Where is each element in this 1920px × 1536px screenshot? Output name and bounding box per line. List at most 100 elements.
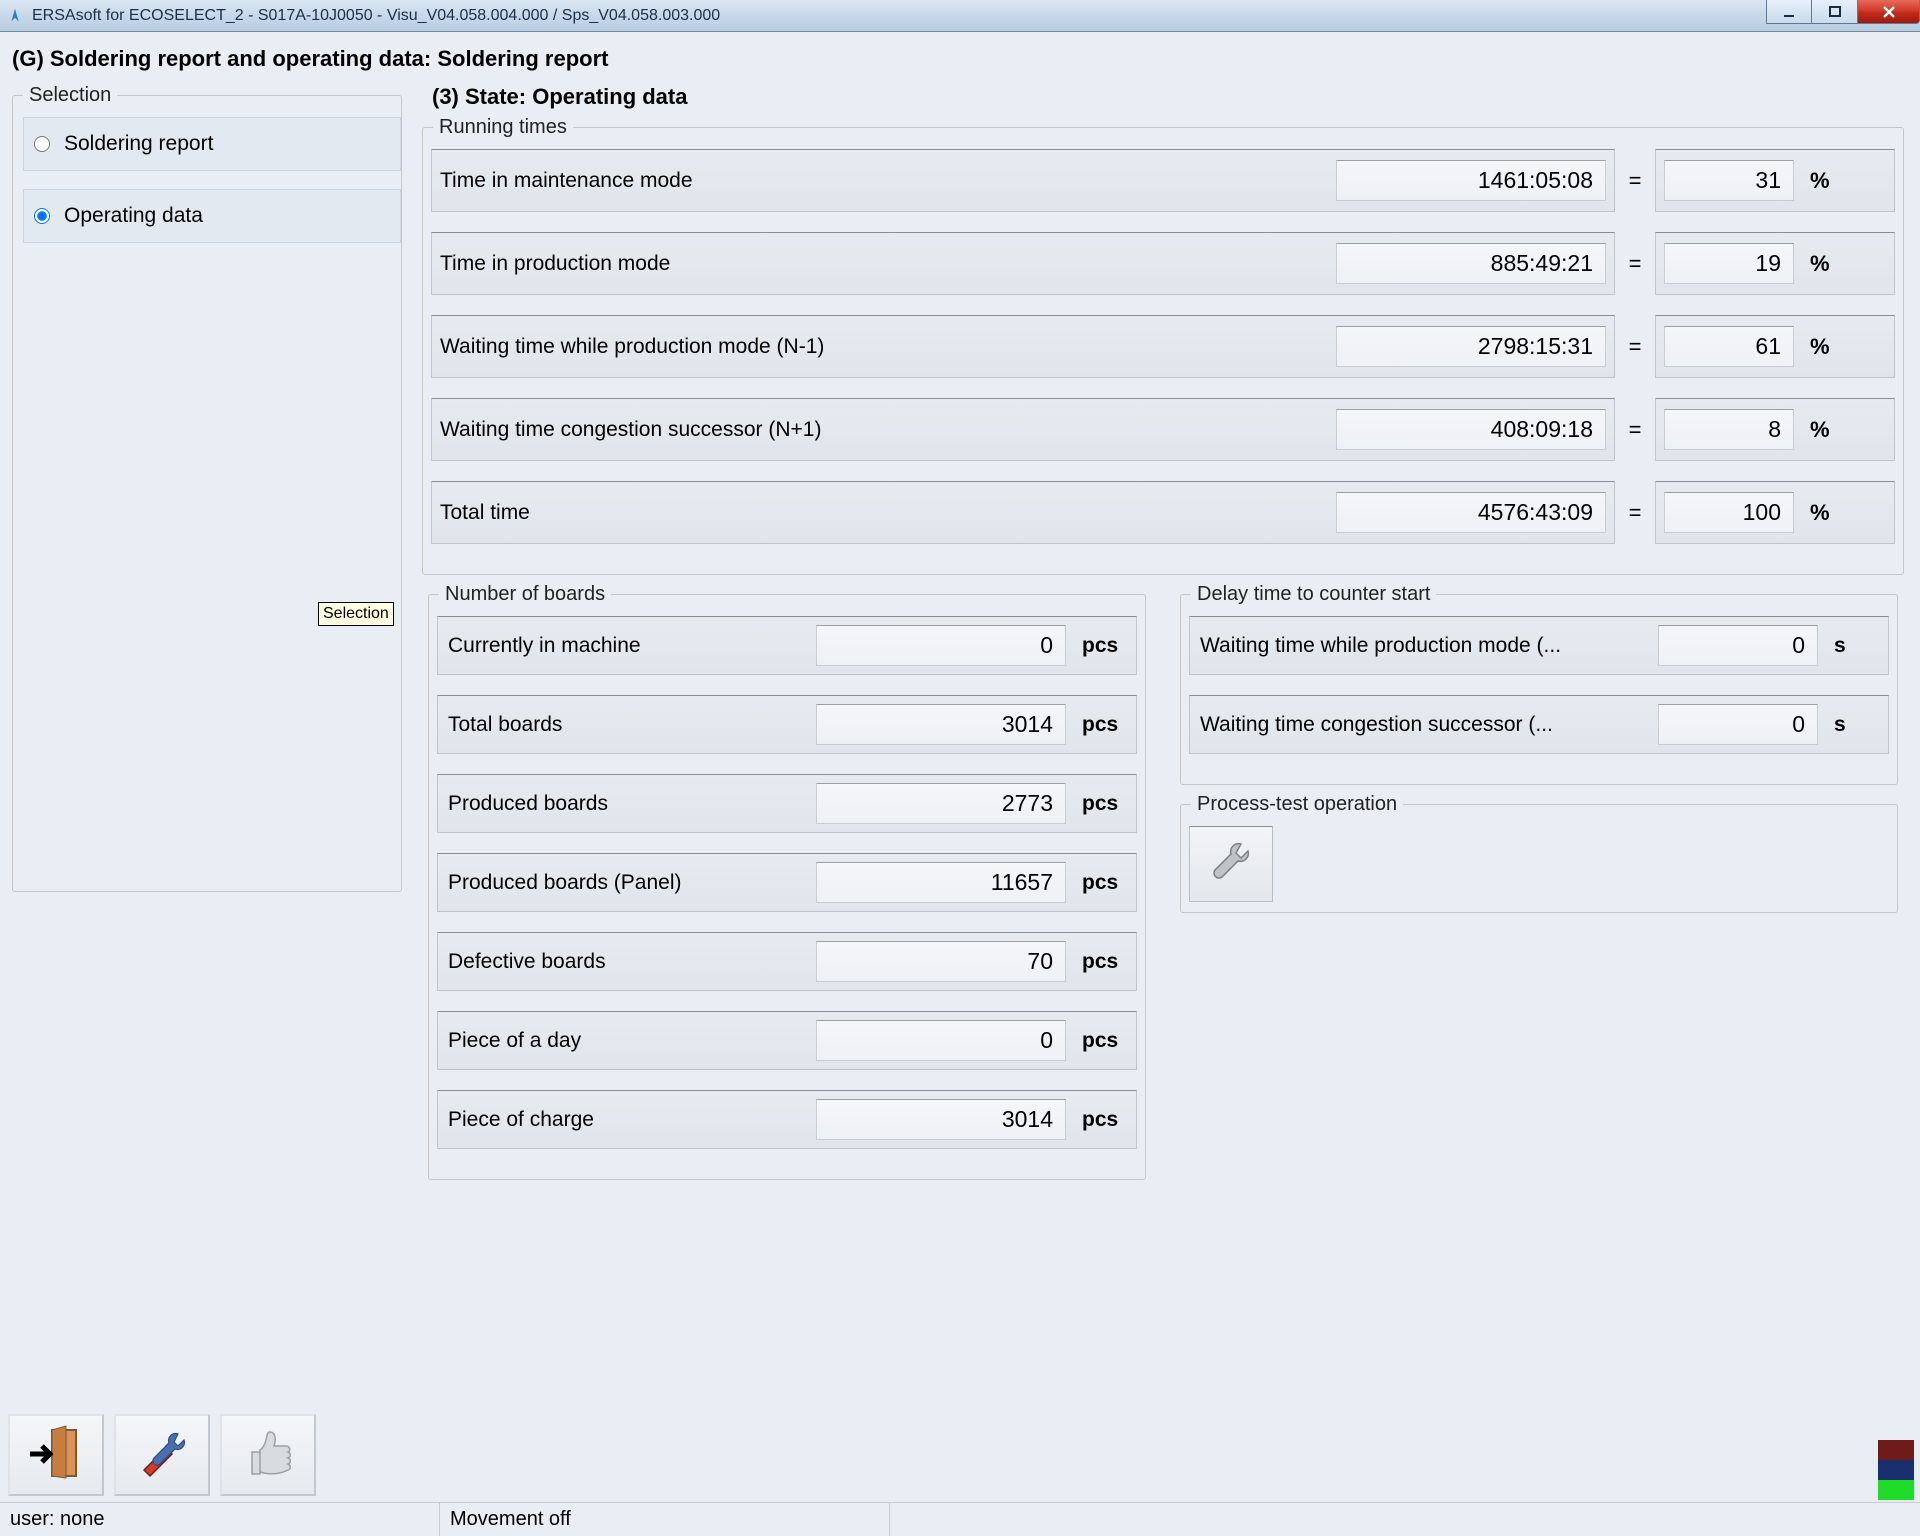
page-title: (G) Soldering report and operating data:… [0, 32, 1920, 82]
running-time-label: Total time [440, 501, 1336, 525]
process-test-group: Process-test operation [1180, 793, 1898, 913]
boards-unit: pcs [1082, 871, 1126, 895]
indicator-red [1878, 1440, 1914, 1460]
delay-row: Waiting time congestion successor (...0s [1189, 695, 1889, 754]
equals-sign: = [1615, 398, 1655, 461]
pct-sign: % [1810, 251, 1830, 277]
radio-operating-data[interactable] [34, 208, 50, 224]
delay-label: Waiting time congestion successor (... [1200, 713, 1658, 737]
window-close-button[interactable] [1858, 0, 1920, 24]
boards-value: 3014 [816, 1099, 1066, 1140]
boards-label: Produced boards [448, 792, 816, 816]
tools-button[interactable] [114, 1414, 210, 1496]
boards-row: Produced boards2773 pcs [437, 774, 1137, 833]
running-time-pct-cell: 61% [1655, 315, 1895, 378]
selection-option-soldering-report[interactable]: Soldering report [23, 117, 401, 171]
status-user: user: none [0, 1503, 440, 1536]
running-time-pct: 8 [1664, 409, 1794, 450]
boards-label: Produced boards (Panel) [448, 871, 816, 895]
selection-legend: Selection [23, 84, 117, 107]
equals-sign: = [1615, 315, 1655, 378]
running-time-value: 1461:05:08 [1336, 160, 1606, 201]
boards-row: Currently in machine0 pcs [437, 616, 1137, 675]
boards-value: 0 [816, 1020, 1066, 1061]
running-time-value: 4576:43:09 [1336, 492, 1606, 533]
boards-row: Total boards3014 pcs [437, 695, 1137, 754]
running-times-legend: Running times [433, 116, 573, 139]
running-time-cell: Total time4576:43:09 [431, 481, 1615, 544]
delay-value: 0 [1658, 704, 1818, 745]
tooltip-selection: Selection [318, 602, 394, 626]
window-minimize-button[interactable] [1766, 0, 1812, 24]
boards-unit: pcs [1082, 792, 1126, 816]
delay-unit: s [1834, 634, 1878, 658]
running-time-value: 2798:15:31 [1336, 326, 1606, 367]
pct-sign: % [1810, 168, 1830, 194]
delay-time-group: Delay time to counter start Waiting time… [1180, 583, 1898, 785]
number-of-boards-legend: Number of boards [439, 583, 611, 606]
running-time-pct-cell: 31% [1655, 149, 1895, 212]
boards-value: 3014 [816, 704, 1066, 745]
running-time-pct-cell: 100% [1655, 481, 1895, 544]
screwdriver-wrench-icon [132, 1424, 192, 1487]
running-time-cell: Time in production mode885:49:21 [431, 232, 1615, 295]
boards-unit: pcs [1082, 634, 1126, 658]
pct-sign: % [1810, 500, 1830, 526]
process-test-legend: Process-test operation [1191, 793, 1403, 816]
boards-label: Currently in machine [448, 634, 816, 658]
state-title: (3) State: Operating data [412, 82, 1914, 114]
boards-value: 11657 [816, 862, 1066, 903]
delay-row: Waiting time while production mode (...0… [1189, 616, 1889, 675]
boards-row: Defective boards70pcs [437, 932, 1137, 991]
boards-value: 70 [816, 941, 1066, 982]
running-time-label: Time in production mode [440, 252, 1336, 276]
boards-row: Piece of a day0pcs [437, 1011, 1137, 1070]
window-maximize-button[interactable] [1812, 0, 1858, 24]
confirm-button[interactable] [220, 1414, 316, 1496]
app-icon [6, 7, 24, 25]
exit-door-icon [26, 1424, 86, 1487]
radio-soldering-report[interactable] [34, 136, 50, 152]
window-title: ERSAsoft for ECOSELECT_2 - S017A-10J0050… [32, 7, 720, 25]
radio-label: Operating data [64, 204, 203, 228]
status-movement: Movement off [440, 1503, 890, 1536]
boards-unit: pcs [1082, 1029, 1126, 1053]
pct-sign: % [1810, 334, 1830, 360]
running-time-pct: 100 [1664, 492, 1794, 533]
equals-sign: = [1615, 149, 1655, 212]
boards-row: Piece of charge3014pcs [437, 1090, 1137, 1149]
running-time-row: Time in maintenance mode1461:05:08=31% [431, 149, 1895, 212]
boards-unit: pcs [1082, 713, 1126, 737]
wrench-icon [1205, 836, 1257, 893]
running-time-pct-cell: 8% [1655, 398, 1895, 461]
boards-value: 0 [816, 625, 1066, 666]
running-time-cell: Waiting time while production mode (N-1)… [431, 315, 1615, 378]
boards-value: 2773 [816, 783, 1066, 824]
running-time-cell: Time in maintenance mode1461:05:08 [431, 149, 1615, 212]
running-time-row: Waiting time congestion successor (N+1)4… [431, 398, 1895, 461]
exit-button[interactable] [8, 1414, 104, 1496]
boards-label: Total boards [448, 713, 816, 737]
running-time-pct: 61 [1664, 326, 1794, 367]
bottom-toolbar [8, 1414, 316, 1496]
equals-sign: = [1615, 232, 1655, 295]
thumbs-up-icon [238, 1424, 298, 1487]
running-time-row: Time in production mode885:49:21=19% [431, 232, 1895, 295]
running-time-label: Waiting time congestion successor (N+1) [440, 418, 1336, 442]
window-titlebar: ERSAsoft for ECOSELECT_2 - S017A-10J0050… [0, 0, 1920, 32]
process-test-button[interactable] [1189, 826, 1273, 902]
status-bar: user: none Movement off [0, 1502, 1920, 1536]
running-time-cell: Waiting time congestion successor (N+1)4… [431, 398, 1615, 461]
selection-option-operating-data[interactable]: Operating data [23, 189, 401, 243]
running-time-pct-cell: 19% [1655, 232, 1895, 295]
running-time-pct: 31 [1664, 160, 1794, 201]
running-time-row: Waiting time while production mode (N-1)… [431, 315, 1895, 378]
pct-sign: % [1810, 417, 1830, 443]
running-time-row: Total time4576:43:09=100% [431, 481, 1895, 544]
running-time-label: Waiting time while production mode (N-1) [440, 335, 1336, 359]
boards-row: Produced boards (Panel)11657 pcs [437, 853, 1137, 912]
delay-time-legend: Delay time to counter start [1191, 583, 1436, 606]
indicator-blue [1878, 1460, 1914, 1480]
status-indicator [1878, 1440, 1914, 1500]
running-time-value: 885:49:21 [1336, 243, 1606, 284]
